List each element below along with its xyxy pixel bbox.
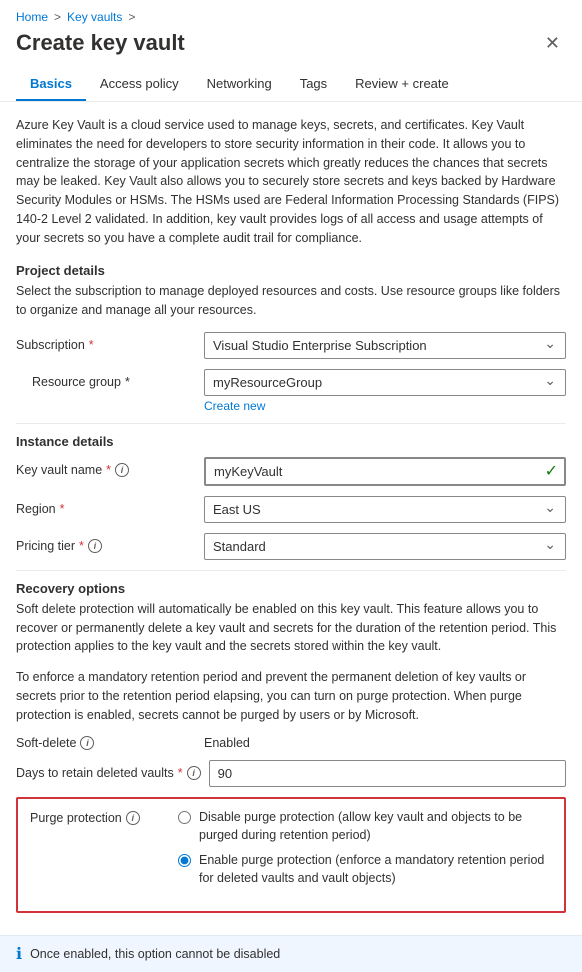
tab-basics[interactable]: Basics: [16, 68, 86, 101]
purge-info-icon[interactable]: i: [126, 811, 140, 825]
key-vault-name-check-icon: ✓: [545, 461, 558, 481]
recovery-options-title: Recovery options: [16, 581, 566, 596]
divider-2: [16, 570, 566, 571]
key-vault-name-label: Key vault name * i: [16, 457, 196, 477]
soft-delete-value: Enabled: [204, 736, 250, 750]
soft-delete-label: Soft-delete i: [16, 736, 196, 750]
purge-option-2: Enable purge protection (enforce a manda…: [178, 852, 552, 887]
days-retain-input[interactable]: [209, 760, 566, 787]
resource-group-select[interactable]: myResourceGroup: [204, 369, 566, 396]
purge-label: Purge protection: [30, 811, 122, 825]
main-description: Azure Key Vault is a cloud service used …: [16, 116, 566, 247]
tab-tags[interactable]: Tags: [286, 68, 341, 101]
purge-option-1-label: Disable purge protection (allow key vaul…: [199, 809, 552, 844]
resource-group-select-wrapper: myResourceGroup: [204, 369, 566, 396]
subscription-select[interactable]: Visual Studio Enterprise Subscription: [204, 332, 566, 359]
key-vault-name-control: ✓: [204, 457, 566, 486]
purge-label-col: Purge protection i: [30, 809, 170, 825]
info-banner-icon: ℹ: [16, 944, 22, 964]
breadcrumb: Home > Key vaults >: [0, 0, 582, 30]
region-group: Region * East US: [16, 496, 566, 523]
resource-group-label-wrap: Resource group *: [16, 369, 196, 389]
page-title: Create key vault: [16, 30, 185, 56]
info-banner-text: Once enabled, this option cannot be disa…: [30, 947, 280, 961]
tab-access-policy[interactable]: Access policy: [86, 68, 193, 101]
breadcrumb-sep1: >: [54, 10, 61, 24]
pricing-tier-info-icon[interactable]: i: [88, 539, 102, 553]
divider-1: [16, 423, 566, 424]
pricing-tier-control: Standard: [204, 533, 566, 560]
soft-delete-row: Soft-delete i Enabled: [16, 736, 566, 750]
region-select-wrapper: East US: [204, 496, 566, 523]
header-row: Create key vault ✕: [0, 30, 582, 68]
project-details-desc: Select the subscription to manage deploy…: [16, 282, 566, 320]
create-new-link[interactable]: Create new: [204, 399, 265, 413]
breadcrumb-keyvaults[interactable]: Key vaults: [67, 10, 122, 24]
info-banner: ℹ Once enabled, this option cannot be di…: [0, 935, 582, 972]
region-select[interactable]: East US: [204, 496, 566, 523]
subscription-group: Subscription * Visual Studio Enterprise …: [16, 332, 566, 359]
pricing-tier-select[interactable]: Standard: [204, 533, 566, 560]
recovery-desc-1: Soft delete protection will automaticall…: [16, 600, 566, 656]
recovery-desc-2: To enforce a mandatory retention period …: [16, 668, 566, 724]
pricing-tier-group: Pricing tier * i Standard: [16, 533, 566, 560]
days-retain-label: Days to retain deleted vaults * i: [16, 760, 201, 780]
pricing-tier-label: Pricing tier * i: [16, 533, 196, 553]
project-details-title: Project details: [16, 263, 566, 278]
soft-delete-info-icon[interactable]: i: [80, 736, 94, 750]
key-vault-name-info-icon[interactable]: i: [115, 463, 129, 477]
purge-radio-1[interactable]: [178, 811, 191, 824]
region-control: East US: [204, 496, 566, 523]
purge-options-col: Disable purge protection (allow key vaul…: [178, 809, 552, 895]
days-retain-group: Days to retain deleted vaults * i: [16, 760, 566, 787]
purge-protection-box: Purge protection i Disable purge protect…: [16, 797, 566, 913]
key-vault-name-group: Key vault name * i ✓: [16, 457, 566, 486]
tab-review-create[interactable]: Review + create: [341, 68, 463, 101]
tab-networking[interactable]: Networking: [193, 68, 286, 101]
purge-option-2-label: Enable purge protection (enforce a manda…: [199, 852, 552, 887]
purge-option-1: Disable purge protection (allow key vaul…: [178, 809, 552, 844]
subscription-select-wrapper: Visual Studio Enterprise Subscription: [204, 332, 566, 359]
instance-details-title: Instance details: [16, 434, 566, 449]
days-retain-control: [209, 760, 566, 787]
resource-group-control: myResourceGroup Create new: [204, 369, 566, 413]
key-vault-name-validated: ✓: [204, 457, 566, 486]
subscription-label: Subscription *: [16, 332, 196, 352]
key-vault-name-input[interactable]: [204, 457, 566, 486]
days-retain-info-icon[interactable]: i: [187, 766, 201, 780]
resource-group-label: Resource group: [32, 375, 121, 389]
breadcrumb-home[interactable]: Home: [16, 10, 48, 24]
purge-row: Purge protection i Disable purge protect…: [30, 809, 552, 895]
close-button[interactable]: ✕: [539, 31, 566, 56]
breadcrumb-sep2: >: [128, 10, 135, 24]
tab-bar: Basics Access policy Networking Tags Rev…: [0, 68, 582, 102]
purge-radio-2[interactable]: [178, 854, 191, 867]
main-content: Azure Key Vault is a cloud service used …: [0, 102, 582, 927]
subscription-control: Visual Studio Enterprise Subscription: [204, 332, 566, 359]
region-label: Region *: [16, 496, 196, 516]
pricing-tier-select-wrapper: Standard: [204, 533, 566, 560]
resource-group-row: Resource group * myResourceGroup Create …: [16, 369, 566, 413]
